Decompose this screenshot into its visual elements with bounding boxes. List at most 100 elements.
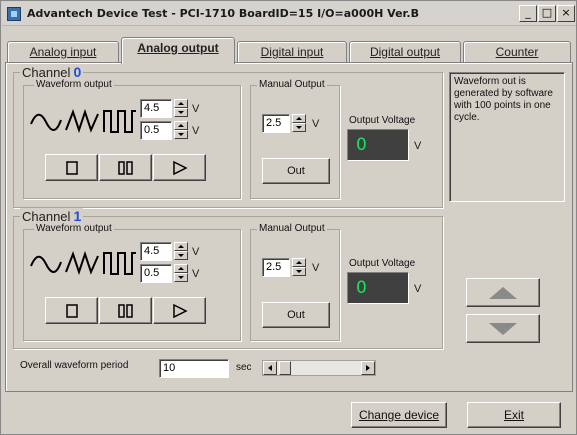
channel-1-title: Channel 1 [20,208,84,224]
sine-wave-button[interactable] [28,104,64,140]
channel-0-group: Channel 0 Waveform output 4.5 V 0.5 V Ma… [13,64,443,208]
spin-up-icon[interactable] [174,264,188,273]
triangle-wave-icon [65,108,99,134]
channel-1-number: 1 [73,208,82,224]
title-bar: Advantech Device Test - PCI-1710 BoardID… [2,2,576,26]
channel-0-high-spinner[interactable] [174,99,188,118]
sine-wave-icon [30,255,62,273]
channel-1-high-input[interactable]: 4.5 [140,242,172,261]
play-icon [172,303,188,318]
channel-0-low-unit: V [192,125,200,137]
scroll-up-button[interactable] [466,278,540,307]
manual-output-label: Manual Output [257,223,327,234]
spin-down-icon[interactable] [174,273,188,282]
tab-counter[interactable]: Counter [463,41,571,63]
spin-up-icon[interactable] [292,258,306,267]
info-textbox: Waveform out is generated by software wi… [449,72,565,202]
square-wave-button[interactable] [102,246,138,282]
scrollbar-thumb[interactable] [279,361,291,375]
channel-0-high-input[interactable]: 4.5 [140,99,172,118]
channel-1-manual-spinner[interactable] [292,258,306,277]
analog-output-panel: Channel 0 Waveform output 4.5 V 0.5 V Ma… [5,62,573,392]
spin-down-icon[interactable] [292,267,306,276]
manual-output-group: Manual Output 2.5 V Out [250,79,340,199]
square-wave-icon [103,110,136,133]
channel-1-out-button[interactable]: Out [262,302,330,328]
square-wave-icon [103,252,136,275]
channel-0-voltage-label: Output Voltage [349,115,416,126]
channel-0-high-unit: V [192,103,200,115]
play-icon [172,160,188,175]
sine-wave-icon [30,113,62,131]
exit-button[interactable]: Exit [467,402,561,428]
channel-1-low-unit: V [192,268,200,280]
app-window: Advantech Device Test - PCI-1710 BoardID… [0,0,577,435]
channel-1-group: Channel 1 Waveform output 4.5 V 0.5 V Ma… [13,208,443,349]
tab-analog-output[interactable]: Analog output [121,37,235,64]
waveform-output-group: Waveform output 4.5 V 0.5 V [23,79,241,199]
waveform-output-label: Waveform output [34,223,114,234]
stop-icon [65,160,78,175]
spin-down-icon[interactable] [174,251,188,260]
scroll-right-icon[interactable] [361,361,375,375]
channel-0-out-button[interactable]: Out [262,158,330,184]
channel-1-manual-input[interactable]: 2.5 [262,258,290,277]
channel-1-voltage-unit: V [414,283,422,295]
scroll-left-icon[interactable] [263,361,277,375]
channel-1-voltage-display: 0 [347,272,409,304]
app-icon [7,7,21,21]
channel-0-manual-spinner[interactable] [292,114,306,133]
stop-icon [65,303,78,318]
spin-up-icon[interactable] [174,242,188,251]
minimize-button[interactable]: _ [519,5,537,22]
tab-strip: Analog input Analog output Digital input… [5,37,573,64]
period-unit: sec [236,362,252,373]
channel-0-voltage-display: 0 [347,129,409,161]
channel-0-voltage-unit: V [414,140,422,152]
waveform-output-group: Waveform output 4.5 V 0.5 V [23,223,241,341]
channel-1-manual-unit: V [312,262,320,274]
tab-analog-input[interactable]: Analog input [7,41,119,63]
period-scrollbar[interactable] [262,360,376,376]
tab-digital-output[interactable]: Digital output [349,41,461,63]
spin-down-icon[interactable] [174,130,188,139]
channel-1-pause-button[interactable] [99,297,152,324]
triangle-wave-icon [65,250,99,276]
channel-1-high-unit: V [192,246,200,258]
channel-1-high-spinner[interactable] [174,242,188,261]
channel-0-low-input[interactable]: 0.5 [140,121,172,140]
up-arrow-icon [489,286,517,299]
channel-1-play-button[interactable] [153,297,206,324]
channel-0-pause-button[interactable] [99,154,152,181]
square-wave-button[interactable] [102,104,138,140]
spin-up-icon[interactable] [174,99,188,108]
down-arrow-icon [489,322,517,335]
channel-0-play-button[interactable] [153,154,206,181]
triangle-wave-button[interactable] [64,104,100,140]
spin-down-icon[interactable] [292,123,306,132]
channel-0-low-spinner[interactable] [174,121,188,140]
channel-0-number: 0 [73,64,82,80]
sine-wave-button[interactable] [28,246,64,282]
manual-output-group: Manual Output 2.5 V Out [250,223,340,341]
channel-1-stop-button[interactable] [45,297,98,324]
maximize-button[interactable]: □ [538,5,556,22]
scroll-down-button[interactable] [466,314,540,343]
change-device-button[interactable]: Change device [351,402,447,428]
tab-digital-input[interactable]: Digital input [237,41,347,63]
close-button[interactable]: × [557,5,575,22]
spin-down-icon[interactable] [174,108,188,117]
pause-icon [117,160,133,175]
window-title: Advantech Device Test - PCI-1710 BoardID… [27,7,419,20]
spin-up-icon[interactable] [292,114,306,123]
channel-0-title: Channel 0 [20,64,84,80]
channel-1-low-input[interactable]: 0.5 [140,264,172,283]
manual-output-label: Manual Output [257,79,327,90]
channel-0-manual-input[interactable]: 2.5 [262,114,290,133]
spin-up-icon[interactable] [174,121,188,130]
channel-1-low-spinner[interactable] [174,264,188,283]
triangle-wave-button[interactable] [64,246,100,282]
channel-0-stop-button[interactable] [45,154,98,181]
period-label: Overall waveform period [20,360,129,371]
period-input[interactable]: 10 [159,359,229,378]
